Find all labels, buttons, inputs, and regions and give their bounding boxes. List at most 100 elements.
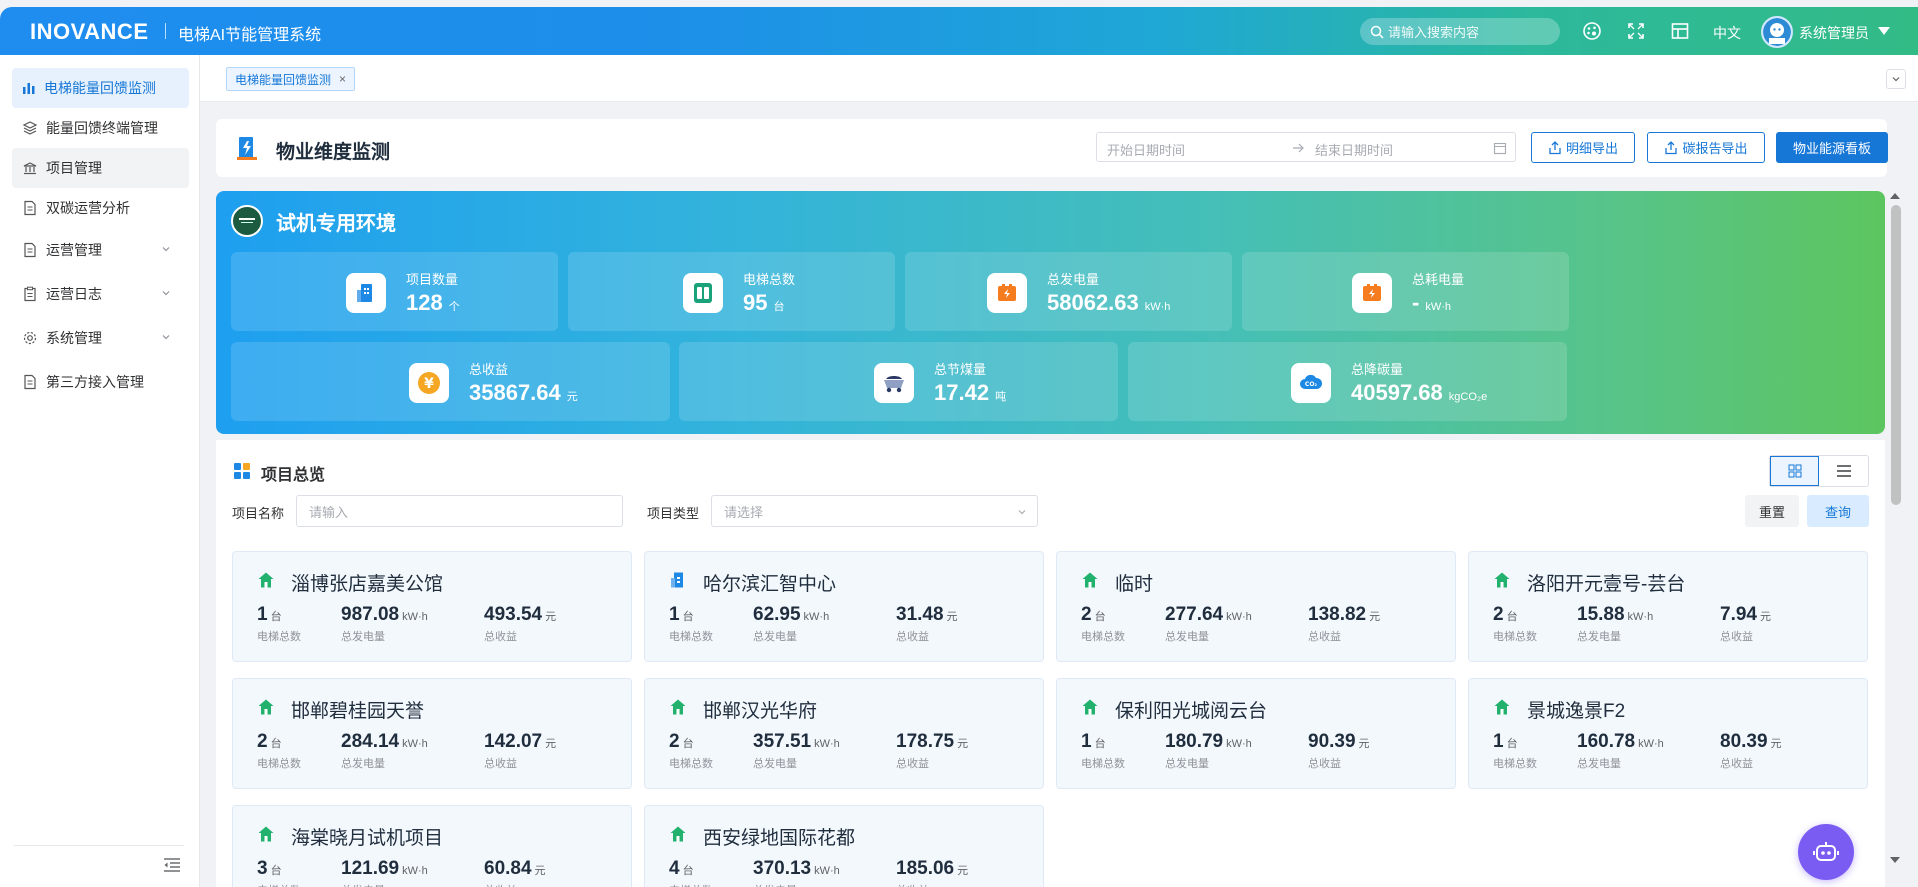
gear-icon [23, 331, 37, 345]
tab-menu-button[interactable] [1886, 69, 1906, 89]
income: 7.94 元 总收益 [1720, 604, 1771, 643]
start-date-input[interactable]: 开始日期时间 [1107, 140, 1185, 159]
sidebar-item-label: 运营管理 [46, 242, 102, 258]
sidebar-item-energy-monitor[interactable]: 电梯能量回馈监测 [12, 68, 189, 108]
scroll-up-arrow[interactable] [1890, 193, 1900, 199]
reset-button[interactable]: 重置 [1745, 495, 1799, 527]
query-button[interactable]: 查询 [1807, 495, 1869, 527]
carbon-report-export-button[interactable]: 碳报告导出 [1647, 132, 1765, 163]
top-header: INOVANCE 电梯AI节能管理系统 请输入搜索内容 中文 系统管理员 [0, 7, 1918, 55]
sidebar-item-projects[interactable]: 项目管理 [12, 148, 189, 188]
power-generation: 357.51 kW·h 总发电量 [753, 731, 840, 770]
tab-bar: 电梯能量回馈监测 × [200, 55, 1918, 102]
coal-cart-icon [874, 362, 914, 403]
income: 90.39 元 总收益 [1308, 731, 1370, 770]
project-name: 淄博张店嘉美公馆 [291, 574, 444, 595]
grid-view-button[interactable] [1770, 456, 1819, 486]
date-range-picker[interactable]: 开始日期时间 结束日期时间 [1096, 132, 1516, 162]
sidebar-item-system[interactable]: 系统管理 [12, 318, 189, 358]
list-view-icon [1837, 465, 1851, 477]
income: 80.39 元 总收益 [1720, 731, 1782, 770]
project-card[interactable]: 海棠晓月试机项目 3台 电梯总数 121.69kW·h 总发电量 60.84元 … [232, 805, 632, 887]
scroll-down-arrow[interactable] [1890, 857, 1900, 863]
project-card[interactable]: 哈尔滨汇智中心 1台 电梯总数 62.95 kW·h 总发电量 31.48 元 总收… [644, 551, 1044, 662]
stat-card: 项目数量 128 个 [231, 252, 558, 331]
project-card[interactable]: 景城逸景F2 1台 电梯总数 160.78 kW·h 总发电量 80.39 元 总收… [1468, 678, 1868, 789]
stat-label: 总发电量 [1047, 272, 1100, 287]
tab-energy-monitor[interactable]: 电梯能量回馈监测 × [226, 67, 356, 91]
page-title: 物业维度监测 [276, 142, 391, 163]
income: 31.48 元 总收益 [896, 604, 958, 643]
project-name: 景城逸景F2 [1527, 701, 1626, 722]
elevator-count: 2台 电梯总数 [669, 731, 713, 770]
project-card[interactable]: 洛阳开元壹号-芸台 2台 电梯总数 15.88 kW·h 总发电量 7.94 元 总… [1468, 551, 1868, 662]
home-icon [1081, 571, 1099, 594]
end-date-input[interactable]: 结束日期时间 [1315, 140, 1393, 159]
power-generation: 15.88 kW·h 总发电量 [1577, 604, 1654, 643]
ai-assistant-button[interactable] [1798, 824, 1854, 880]
global-search-input[interactable]: 请输入搜索内容 [1360, 18, 1560, 45]
page-header: 物业维度监测 开始日期时间 结束日期时间 明细导出 碳报告导出 物业能源看板 [216, 119, 1888, 177]
collapse-sidebar-icon[interactable] [162, 857, 182, 873]
search-placeholder: 请输入搜索内容 [1388, 25, 1480, 40]
close-icon[interactable]: × [339, 72, 346, 86]
power-generation: 987.08 kW·h 总发电量 [341, 604, 428, 643]
project-name: 邯郸汉光华府 [703, 701, 818, 722]
elevator-count: 4台 电梯总数 [669, 858, 713, 887]
income: 178.75 元 总收益 [896, 731, 969, 770]
language-switch[interactable]: 中文 [1713, 23, 1741, 43]
tab-label: 电梯能量回馈监测 [235, 72, 332, 87]
sidebar-divider [14, 845, 184, 846]
stat-label: 项目数量 [406, 272, 459, 287]
scrollbar-thumb[interactable] [1891, 205, 1901, 505]
chevron-down-icon [162, 335, 170, 340]
project-name-input[interactable]: 请输入 [296, 495, 623, 527]
home-icon [1493, 698, 1511, 721]
grid-view-icon [1788, 464, 1801, 478]
fullscreen-icon[interactable] [1626, 21, 1646, 41]
brand-divider [165, 23, 166, 39]
export-icon [1665, 140, 1678, 154]
user-avatar[interactable] [1761, 16, 1793, 48]
project-name: 邯郸碧桂园天誉 [291, 701, 425, 722]
power-generation: 160.78 kW·h 总发电量 [1577, 731, 1664, 770]
brand-logo[interactable]: INOVANCE [30, 19, 149, 45]
home-icon [257, 825, 275, 848]
stat-value: 58062.63 kW·h [1047, 290, 1171, 315]
project-name: 西安绿地国际花都 [703, 828, 856, 849]
sidebar-item-label: 第三方接入管理 [46, 374, 144, 390]
environment-banner: 试机专用环境 项目数量 128 个 电梯总数 95 台 总发电量 58062.63 k… [216, 191, 1885, 434]
carbon-export-label: 碳报告导出 [1682, 141, 1748, 156]
user-name[interactable]: 系统管理员 [1799, 23, 1869, 43]
sidebar-item-third-party[interactable]: 第三方接入管理 [12, 362, 189, 402]
caret-down-icon[interactable] [1878, 27, 1890, 35]
sidebar-item-operations[interactable]: 运营管理 [12, 230, 189, 270]
layout-icon[interactable] [1670, 21, 1690, 41]
project-card[interactable]: 邯郸汉光华府 2台 电梯总数 357.51 kW·h 总发电量 178.75 元 总… [644, 678, 1044, 789]
elevator-count: 1台 电梯总数 [257, 604, 301, 643]
list-view-button[interactable] [1820, 456, 1868, 486]
elevator-icon [683, 272, 723, 313]
project-card[interactable]: 保利阳光城阅云台 1台 电梯总数 180.79 kW·h 总发电量 90.39 元 … [1056, 678, 1456, 789]
project-card[interactable]: 邯郸碧桂园天誉 2台 电梯总数 284.14 kW·h 总发电量 142.07 元 … [232, 678, 632, 789]
stat-card: 总耗电量 - kW·h [1242, 252, 1569, 331]
project-card[interactable]: 西安绿地国际花都 4台 电梯总数 370.13kW·h 总发电量 185.06元… [644, 805, 1044, 887]
project-name: 洛阳开元壹号-芸台 [1527, 574, 1686, 595]
stat-card: CO₂ 总降碳量 40597.68 kgCO₂e [1128, 342, 1567, 421]
energy-dashboard-button[interactable]: 物业能源看板 [1776, 132, 1888, 163]
sidebar-item-terminal[interactable]: 能量回馈终端管理 [12, 108, 189, 148]
income: 142.07 元 总收益 [484, 731, 557, 770]
project-card[interactable]: 临时 2台 电梯总数 277.64 kW·h 总发电量 138.82 元 总收益 [1056, 551, 1456, 662]
elevator-count: 2台 电梯总数 [1081, 604, 1125, 643]
project-type-select[interactable]: 请选择 [711, 495, 1038, 527]
stat-value: 35867.64 元 [469, 380, 578, 405]
project-name: 哈尔滨汇智中心 [703, 574, 837, 595]
project-name: 海棠晓月试机项目 [291, 828, 444, 849]
office-icon [669, 571, 687, 594]
sidebar-item-carbon-analysis[interactable]: 双碳运营分析 [12, 188, 189, 228]
theme-palette-icon[interactable] [1582, 21, 1602, 41]
detail-export-button[interactable]: 明细导出 [1531, 132, 1635, 163]
environment-title: 试机专用环境 [276, 213, 396, 235]
project-card[interactable]: 淄博张店嘉美公馆 1台 电梯总数 987.08 kW·h 总发电量 493.54 元… [232, 551, 632, 662]
sidebar-item-logs[interactable]: 运营日志 [12, 274, 189, 314]
